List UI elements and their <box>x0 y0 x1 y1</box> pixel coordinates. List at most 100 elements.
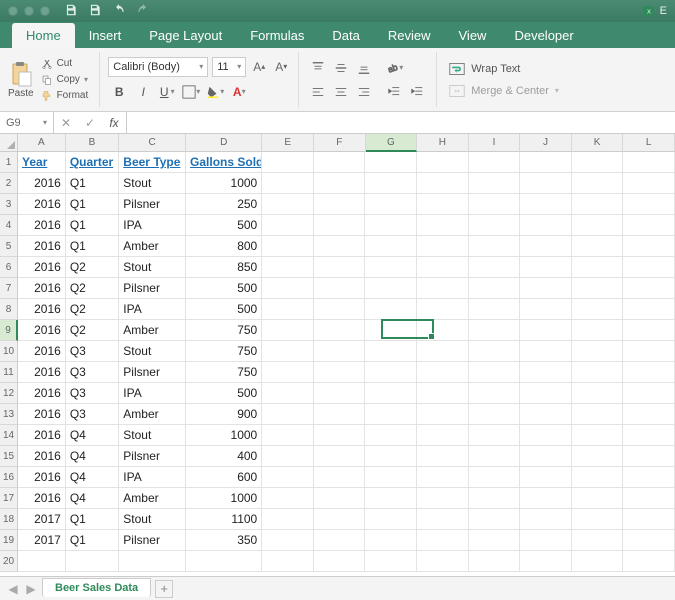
cell[interactable]: Q1 <box>66 194 119 215</box>
cell[interactable] <box>623 383 675 404</box>
cell[interactable] <box>262 236 314 257</box>
row-header[interactable]: 6 <box>0 257 18 278</box>
cell[interactable] <box>520 383 572 404</box>
formula-input[interactable] <box>127 112 675 133</box>
cell[interactable] <box>469 446 521 467</box>
orientation-icon[interactable]: ab▾ <box>383 57 405 79</box>
cell[interactable]: 500 <box>186 383 262 404</box>
cell[interactable]: IPA <box>119 299 186 320</box>
column-header[interactable]: A <box>18 134 66 152</box>
cell[interactable]: Year <box>18 152 66 173</box>
cell[interactable]: 1000 <box>186 488 262 509</box>
cell[interactable]: 2016 <box>18 278 66 299</box>
cell[interactable] <box>18 551 66 572</box>
cell[interactable] <box>469 194 521 215</box>
cell[interactable] <box>417 236 469 257</box>
cell[interactable] <box>365 278 417 299</box>
cell[interactable] <box>314 362 366 383</box>
cell[interactable] <box>623 278 675 299</box>
cell[interactable] <box>66 551 119 572</box>
cell[interactable] <box>572 215 624 236</box>
cell[interactable] <box>520 299 572 320</box>
column-headers[interactable]: ABCDEFGHIJKL <box>18 134 675 152</box>
cell[interactable] <box>572 299 624 320</box>
cell[interactable]: 250 <box>186 194 262 215</box>
cell[interactable]: Q4 <box>66 488 119 509</box>
cell[interactable] <box>417 467 469 488</box>
cell[interactable] <box>623 215 675 236</box>
row-header[interactable]: 9 <box>0 320 18 341</box>
align-left-icon[interactable] <box>307 81 329 103</box>
cell[interactable]: Q3 <box>66 383 119 404</box>
cell[interactable]: Q2 <box>66 278 119 299</box>
cut-button[interactable]: Cut <box>38 57 92 71</box>
select-all-corner[interactable] <box>0 134 18 152</box>
cell[interactable] <box>417 404 469 425</box>
cell[interactable]: Pilsner <box>119 194 186 215</box>
row-header[interactable]: 10 <box>0 341 18 362</box>
cell[interactable] <box>417 257 469 278</box>
cell[interactable] <box>623 152 675 173</box>
cell[interactable]: Q1 <box>66 173 119 194</box>
cell[interactable] <box>520 467 572 488</box>
cell[interactable] <box>417 488 469 509</box>
row-header[interactable]: 13 <box>0 404 18 425</box>
cell[interactable]: 2016 <box>18 383 66 404</box>
decrease-indent-icon[interactable] <box>383 81 405 103</box>
cell[interactable] <box>520 341 572 362</box>
row-header[interactable]: 1 <box>0 152 18 173</box>
italic-button[interactable]: I <box>132 81 154 103</box>
cell[interactable] <box>623 467 675 488</box>
cell[interactable] <box>520 236 572 257</box>
cell[interactable] <box>314 278 366 299</box>
tab-data[interactable]: Data <box>318 23 373 48</box>
cell[interactable] <box>520 320 572 341</box>
border-button[interactable]: ▾ <box>180 81 202 103</box>
cell[interactable] <box>623 257 675 278</box>
row-headers[interactable]: 1234567891011121314151617181920 <box>0 152 18 572</box>
cell[interactable] <box>262 257 314 278</box>
sheet-nav-next-icon[interactable]: ▶ <box>24 582 38 596</box>
font-size-select[interactable]: 11▾ <box>212 57 246 77</box>
column-header[interactable]: J <box>520 134 572 152</box>
cell[interactable] <box>469 257 521 278</box>
cell[interactable] <box>469 509 521 530</box>
cell[interactable]: Stout <box>119 425 186 446</box>
column-header[interactable]: G <box>366 134 418 152</box>
cell[interactable] <box>572 362 624 383</box>
cell[interactable] <box>417 341 469 362</box>
row-header[interactable]: 7 <box>0 278 18 299</box>
cell[interactable]: 2016 <box>18 194 66 215</box>
cell[interactable] <box>314 299 366 320</box>
row-header[interactable]: 20 <box>0 551 18 572</box>
cell[interactable] <box>469 530 521 551</box>
cell[interactable] <box>572 551 624 572</box>
cell[interactable] <box>623 236 675 257</box>
cell[interactable] <box>365 215 417 236</box>
cell[interactable] <box>314 530 366 551</box>
cell[interactable] <box>469 404 521 425</box>
cell[interactable] <box>262 488 314 509</box>
cell[interactable] <box>623 425 675 446</box>
name-box[interactable]: G9▾ <box>0 112 54 133</box>
tab-review[interactable]: Review <box>374 23 445 48</box>
cell[interactable] <box>520 173 572 194</box>
cell[interactable]: Amber <box>119 488 186 509</box>
cell[interactable] <box>572 194 624 215</box>
cell[interactable] <box>314 341 366 362</box>
cell[interactable] <box>262 194 314 215</box>
cell[interactable] <box>365 236 417 257</box>
cell[interactable]: Q3 <box>66 362 119 383</box>
cell[interactable] <box>469 467 521 488</box>
cell[interactable] <box>520 551 572 572</box>
cell[interactable]: IPA <box>119 215 186 236</box>
cell[interactable]: Q1 <box>66 236 119 257</box>
cell[interactable] <box>623 446 675 467</box>
cell[interactable] <box>365 299 417 320</box>
cell[interactable] <box>314 194 366 215</box>
cell[interactable] <box>623 194 675 215</box>
cell[interactable]: Q2 <box>66 299 119 320</box>
row-header[interactable]: 17 <box>0 488 18 509</box>
align-center-icon[interactable] <box>330 81 352 103</box>
cells-area[interactable]: YearQuarterBeer TypeGallons Sold2016Q1St… <box>18 152 675 576</box>
